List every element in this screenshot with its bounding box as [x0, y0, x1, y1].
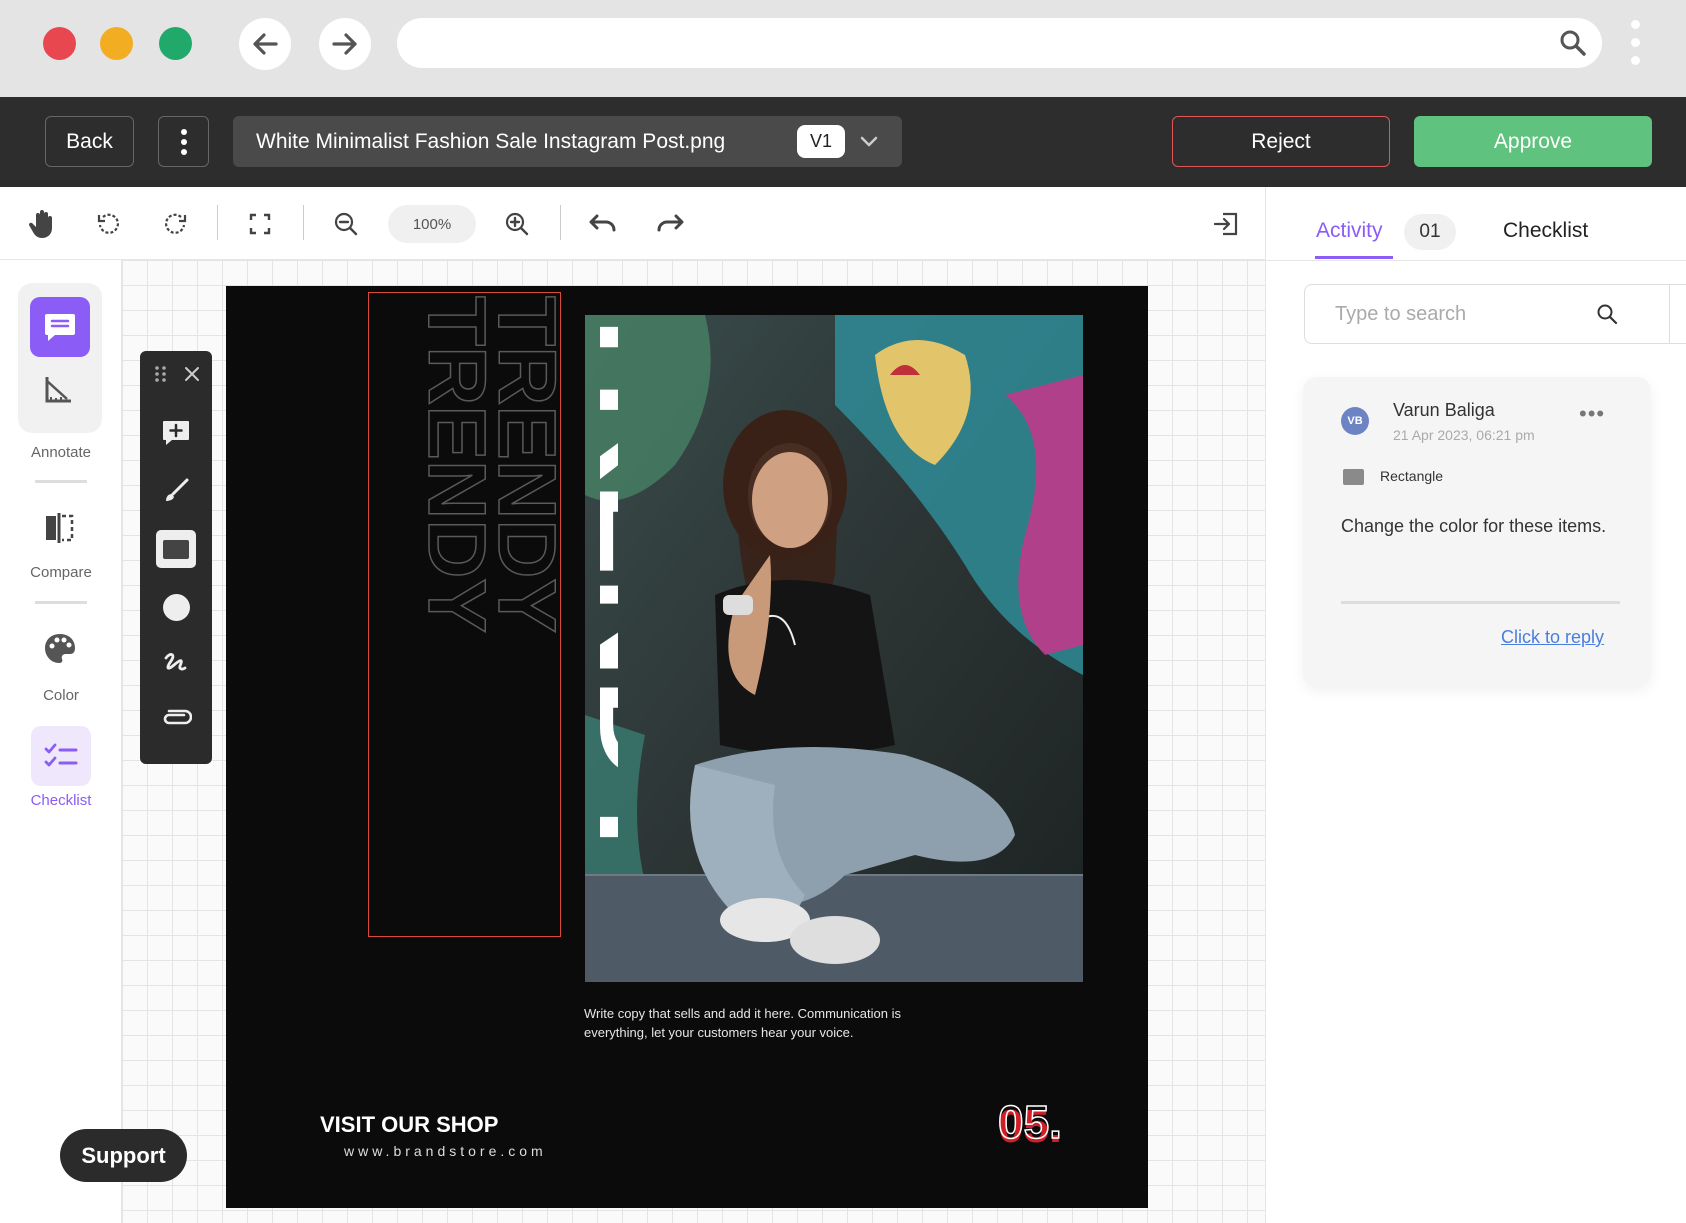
panel-divider: [1266, 260, 1686, 261]
rail-divider: [35, 480, 87, 483]
exit-panel-icon[interactable]: [1211, 209, 1241, 239]
compare-label: Compare: [30, 564, 92, 581]
website-text: www.brandstore.com: [344, 1143, 547, 1159]
reply-link[interactable]: Click to reply: [1501, 627, 1604, 648]
palette-icon[interactable]: [42, 631, 78, 667]
comment-author: Varun Baliga: [1393, 400, 1495, 420]
toolbar-divider: [560, 205, 561, 240]
comment-date: 21 Apr 2023, 06:21 pm: [1393, 427, 1535, 443]
rotate-left-icon[interactable]: [94, 209, 124, 239]
hand-icon[interactable]: [28, 209, 58, 239]
browser-back-button[interactable]: [239, 18, 291, 70]
rail-divider: [35, 601, 87, 604]
comment-icon: [45, 314, 75, 341]
rectangle-icon[interactable]: [140, 529, 212, 569]
filter-segment: [1669, 284, 1686, 344]
chevron-down-icon[interactable]: [858, 130, 880, 152]
reject-button[interactable]: Reject: [1172, 116, 1390, 167]
browser-menu-icon[interactable]: [1625, 14, 1645, 74]
toolbar-divider: [217, 205, 218, 240]
annotate-group: [18, 283, 102, 433]
browser-chrome: [0, 0, 1686, 97]
rectangle-shape-icon: [1343, 469, 1364, 485]
zoom-in-icon[interactable]: [502, 209, 532, 239]
arrow-right-icon: [332, 33, 357, 55]
support-button[interactable]: Support: [60, 1129, 187, 1182]
shape-label: Rectangle: [1380, 468, 1444, 484]
browser-forward-button[interactable]: [319, 18, 371, 70]
svg-text:05.: 05.: [998, 1098, 1062, 1148]
arrow-left-icon: [253, 33, 278, 55]
checklist-button[interactable]: [31, 726, 91, 786]
color-label: Color: [43, 687, 79, 704]
left-rail: Annotate Compare Color Checklist: [0, 260, 122, 1223]
file-selector[interactable]: White Minimalist Fashion Sale Instagram …: [233, 116, 902, 167]
app-header: Back White Minimalist Fashion Sale Insta…: [0, 97, 1686, 187]
activity-count-badge: 01: [1404, 214, 1456, 250]
tab-checklist[interactable]: Checklist: [1503, 219, 1588, 243]
close-icon[interactable]: [184, 366, 200, 387]
version-badge[interactable]: V1: [797, 125, 845, 158]
checklist-icon: [44, 743, 78, 767]
search-input[interactable]: [1305, 285, 1595, 343]
zoom-level[interactable]: 100%: [388, 205, 476, 243]
design-artwork[interactable]: TRENDY TRENDY TRENDY Write copy that sel…: [226, 286, 1148, 1208]
annotation-palette: [140, 351, 212, 764]
card-divider: [1341, 601, 1620, 604]
file-name: White Minimalist Fashion Sale Instagram …: [256, 129, 726, 153]
measure-icon[interactable]: [42, 373, 78, 405]
undo-icon[interactable]: [588, 209, 618, 239]
fit-screen-icon[interactable]: [245, 209, 275, 239]
search-icon[interactable]: [1558, 28, 1588, 58]
approve-button[interactable]: Approve: [1414, 116, 1652, 167]
add-comment-icon[interactable]: [140, 413, 212, 453]
back-button[interactable]: Back: [45, 116, 134, 167]
number-05: 05. 05.: [997, 1098, 1062, 1152]
annotate-button[interactable]: [30, 297, 90, 357]
body-copy: Write copy that sells and add it here. C…: [584, 1006, 901, 1040]
close-window-dot[interactable]: [43, 27, 76, 60]
zoom-out-icon[interactable]: [331, 209, 361, 239]
tab-activity[interactable]: Activity: [1316, 219, 1383, 243]
freehand-icon[interactable]: [140, 643, 212, 683]
design-canvas[interactable]: TRENDY TRENDY TRENDY Write copy that sel…: [122, 260, 1265, 1223]
model-photo: [585, 315, 1083, 982]
search-box: [1304, 284, 1686, 344]
active-tab-indicator: [1315, 256, 1393, 259]
checklist-label: Checklist: [30, 792, 92, 809]
activity-panel: Activity 01 Checklist VB Varun Baliga 21…: [1265, 187, 1686, 1223]
attachment-icon[interactable]: [140, 699, 212, 739]
comment-card: VB Varun Baliga 21 Apr 2023, 06:21 pm ••…: [1303, 377, 1651, 687]
address-bar[interactable]: [397, 18, 1602, 68]
annotation-rectangle[interactable]: [368, 292, 561, 937]
circle-icon[interactable]: [140, 587, 212, 627]
redo-icon[interactable]: [655, 209, 685, 239]
canvas-toolbar: 100%: [0, 187, 1265, 260]
rotate-right-icon[interactable]: [160, 209, 190, 239]
svg-text:TRENDY: TRENDY: [574, 294, 618, 874]
annotate-label: Annotate: [30, 444, 92, 461]
search-icon[interactable]: [1595, 302, 1619, 326]
compare-icon[interactable]: [42, 510, 78, 546]
more-options-button[interactable]: [158, 116, 209, 167]
toolbar-divider: [303, 205, 304, 240]
avatar: VB: [1341, 407, 1369, 435]
more-icon[interactable]: •••: [1579, 401, 1605, 427]
minimize-window-dot[interactable]: [100, 27, 133, 60]
visit-shop-text: VISIT OUR SHOP: [320, 1112, 499, 1137]
comment-text: Change the color for these items.: [1341, 516, 1607, 536]
drag-handle-icon[interactable]: [154, 365, 168, 388]
brush-icon[interactable]: [140, 471, 212, 511]
maximize-window-dot[interactable]: [159, 27, 192, 60]
